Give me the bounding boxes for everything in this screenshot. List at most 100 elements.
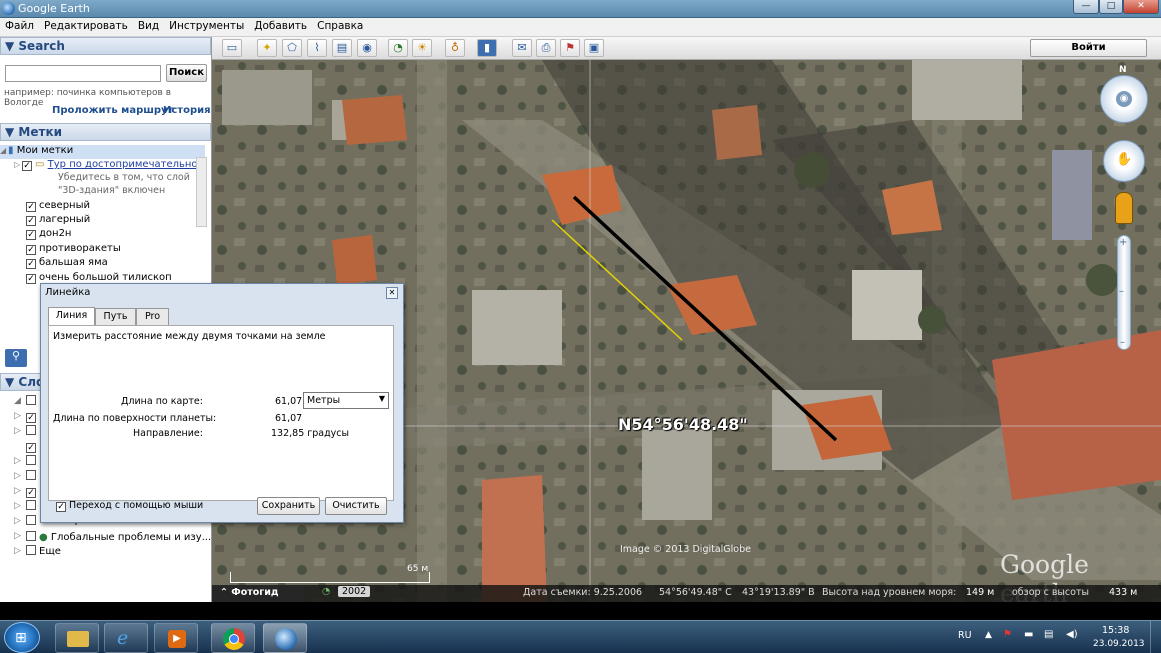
chevron-down-icon: ▼ — [378, 394, 385, 403]
ruler-icon[interactable]: ▮ — [477, 39, 497, 57]
mouse-nav-checkbox[interactable]: ✓ Переход с помощью мыши — [56, 500, 203, 512]
network-icon[interactable]: ▤ — [1044, 629, 1053, 640]
menu-tools[interactable]: Инструменты — [164, 18, 249, 34]
tree-item-tour[interactable]: ▷ ✓ ▭ Тур по достопримечательно — [14, 159, 219, 173]
clock-time[interactable]: 15:38 — [1102, 625, 1129, 636]
tree-item-place[interactable]: ✓ дон2н — [26, 228, 231, 242]
history-clock-icon[interactable]: ◔ — [388, 39, 408, 57]
hand-icon: ✋ — [1116, 152, 1133, 167]
show-hidden-icons-icon[interactable]: ▲ — [985, 630, 992, 640]
places-scrollbar[interactable] — [196, 157, 207, 227]
look-around-control[interactable]: ◉ — [1100, 75, 1148, 123]
history-link[interactable]: История — [163, 105, 211, 116]
pointer-latitude: 54°56'49.48" С — [659, 587, 732, 598]
history-clock-icon[interactable]: ◔ — [322, 586, 330, 597]
menu-edit[interactable]: Редактировать — [39, 18, 133, 34]
elevation-value: 149 м — [966, 587, 995, 598]
display-icon[interactable]: ▬ — [1024, 629, 1033, 640]
maximize-button[interactable]: □ — [1099, 0, 1123, 14]
eye-alt-label: обзор с высоты — [1012, 587, 1089, 598]
search-input[interactable] — [5, 65, 161, 82]
chrome-taskbar-icon[interactable] — [211, 623, 255, 653]
unit-select[interactable]: Метры ▼ — [303, 392, 389, 409]
tab-path[interactable]: Путь — [95, 308, 136, 325]
close-button[interactable]: ✕ — [1123, 0, 1159, 14]
tree-item-my-places[interactable]: ◢ ▮ Мои метки — [0, 145, 205, 159]
map-length-label: Длина по карте: — [121, 396, 203, 407]
clear-button[interactable]: Очистить — [325, 497, 387, 515]
windows-logo-icon: ⊞ — [15, 630, 27, 646]
print-icon[interactable]: ⎙ — [536, 39, 556, 57]
scale-tick — [230, 572, 231, 583]
sun-icon[interactable]: ☀ — [412, 39, 432, 57]
tree-item-place[interactable]: ✓ бальшая яма — [26, 257, 231, 271]
path-icon[interactable]: ⌇ — [307, 39, 327, 57]
zoom-out-icon[interactable]: – — [1120, 337, 1125, 348]
flag-icon[interactable]: ⚑ — [1003, 629, 1012, 640]
search-button[interactable]: Поиск — [166, 64, 207, 82]
zoom-thumb[interactable]: – — [1119, 286, 1124, 297]
scale-bar — [230, 582, 430, 583]
toolbar: ▭ ✦ ⬠ ⌇ ▤ ◉ ◔ ☀ ♁ ▮ ✉ ⎙ ⚑ ▣ Войти — [212, 37, 1161, 60]
tab-line[interactable]: Линия — [48, 307, 95, 326]
menu-bar: Файл Редактировать Вид Инструменты Добавить С… — [0, 18, 1161, 37]
volume-icon[interactable]: ◀) — [1066, 629, 1078, 640]
google-earth-taskbar-icon[interactable] — [263, 623, 307, 653]
coordinate-label: N54°56'48.48" — [618, 415, 748, 434]
pointer-longitude: 43°19'13.89" В — [742, 587, 815, 598]
imagery-date: Дата съемки: 9.25.2006 — [523, 587, 643, 598]
title-bar: Google Earth — □ ✕ — [0, 0, 1161, 18]
scale-label: 65 м — [407, 564, 429, 574]
search-panel-header[interactable]: ▼ Search — [0, 37, 211, 55]
layer-global-issues[interactable]: ● Глобальные проблемы и изу... — [26, 531, 231, 545]
search-places-icon[interactable]: ⚲ — [5, 349, 27, 367]
menu-help[interactable]: Справка — [312, 18, 368, 34]
tour-guide-button[interactable]: ⌃ Фотогид — [212, 585, 304, 602]
media-player-taskbar-icon[interactable]: ▶ — [154, 623, 198, 653]
elevation-label: Высота над уровнем моря: — [822, 587, 957, 598]
sidebar-toggle-icon[interactable]: ▭ — [222, 39, 242, 57]
eye-alt-value: 433 м — [1109, 587, 1138, 598]
zoom-slider[interactable]: + – – — [1117, 235, 1131, 350]
zoom-in-icon[interactable]: + — [1119, 237, 1127, 248]
tab-pro[interactable]: Pro — [136, 308, 169, 325]
save-image-icon[interactable]: ▣ — [584, 39, 604, 57]
menu-view[interactable]: Вид — [133, 18, 164, 34]
minimize-button[interactable]: — — [1073, 0, 1099, 14]
route-link[interactable]: Проложить маршрут — [52, 105, 173, 116]
copyright-label: Image © 2013 DigitalGlobe — [620, 544, 751, 555]
map-length-value: 61,07 — [275, 396, 303, 407]
layers-checkboxes[interactable]: ✓ ✓ ✓ — [26, 394, 39, 529]
imagery-year[interactable]: 2002 — [338, 586, 371, 597]
email-icon[interactable]: ✉ — [512, 39, 532, 57]
north-label: N — [1119, 65, 1127, 75]
ruler-close-icon[interactable]: ✕ — [386, 287, 398, 299]
save-button[interactable]: Сохранить — [257, 497, 320, 515]
taskbar: ⊞ e ▶ RU ▲ ⚑ ▬ ▤ ◀) 15:38 23.09.2013 — [0, 620, 1161, 653]
ruler-description: Измерить расстояние между двумя точками … — [53, 331, 326, 342]
menu-add[interactable]: Добавить — [249, 18, 312, 34]
layer-more[interactable]: Еще — [26, 545, 231, 559]
surface-length-value: 61,07 — [275, 413, 303, 424]
explorer-taskbar-icon[interactable] — [55, 623, 99, 653]
menu-file[interactable]: Файл — [0, 18, 39, 34]
ie-taskbar-icon[interactable]: e — [104, 623, 148, 653]
maps-icon[interactable]: ⚑ — [560, 39, 580, 57]
polygon-icon[interactable]: ⬠ — [282, 39, 302, 57]
tree-item-place[interactable]: ✓ противоракеты — [26, 243, 231, 257]
ruler-panel: Измерить расстояние между двумя точками … — [48, 325, 394, 501]
places-panel-header[interactable]: ▼ Метки — [0, 123, 211, 141]
direction-label: Направление: — [133, 428, 203, 439]
login-button[interactable]: Войти — [1030, 39, 1147, 57]
language-indicator[interactable]: RU — [958, 630, 972, 641]
scale-tick — [429, 572, 430, 583]
start-button[interactable]: ⊞ — [4, 622, 40, 653]
street-view-pegman-icon[interactable] — [1115, 192, 1133, 224]
clock-date[interactable]: 23.09.2013 — [1093, 639, 1145, 649]
placemark-icon[interactable]: ✦ — [257, 39, 277, 57]
move-control[interactable]: ✋ — [1103, 140, 1145, 182]
tour-record-icon[interactable]: ◉ — [357, 39, 377, 57]
overlay-icon[interactable]: ▤ — [332, 39, 352, 57]
planet-icon[interactable]: ♁ — [445, 39, 465, 57]
show-desktop-button[interactable] — [1150, 621, 1161, 653]
